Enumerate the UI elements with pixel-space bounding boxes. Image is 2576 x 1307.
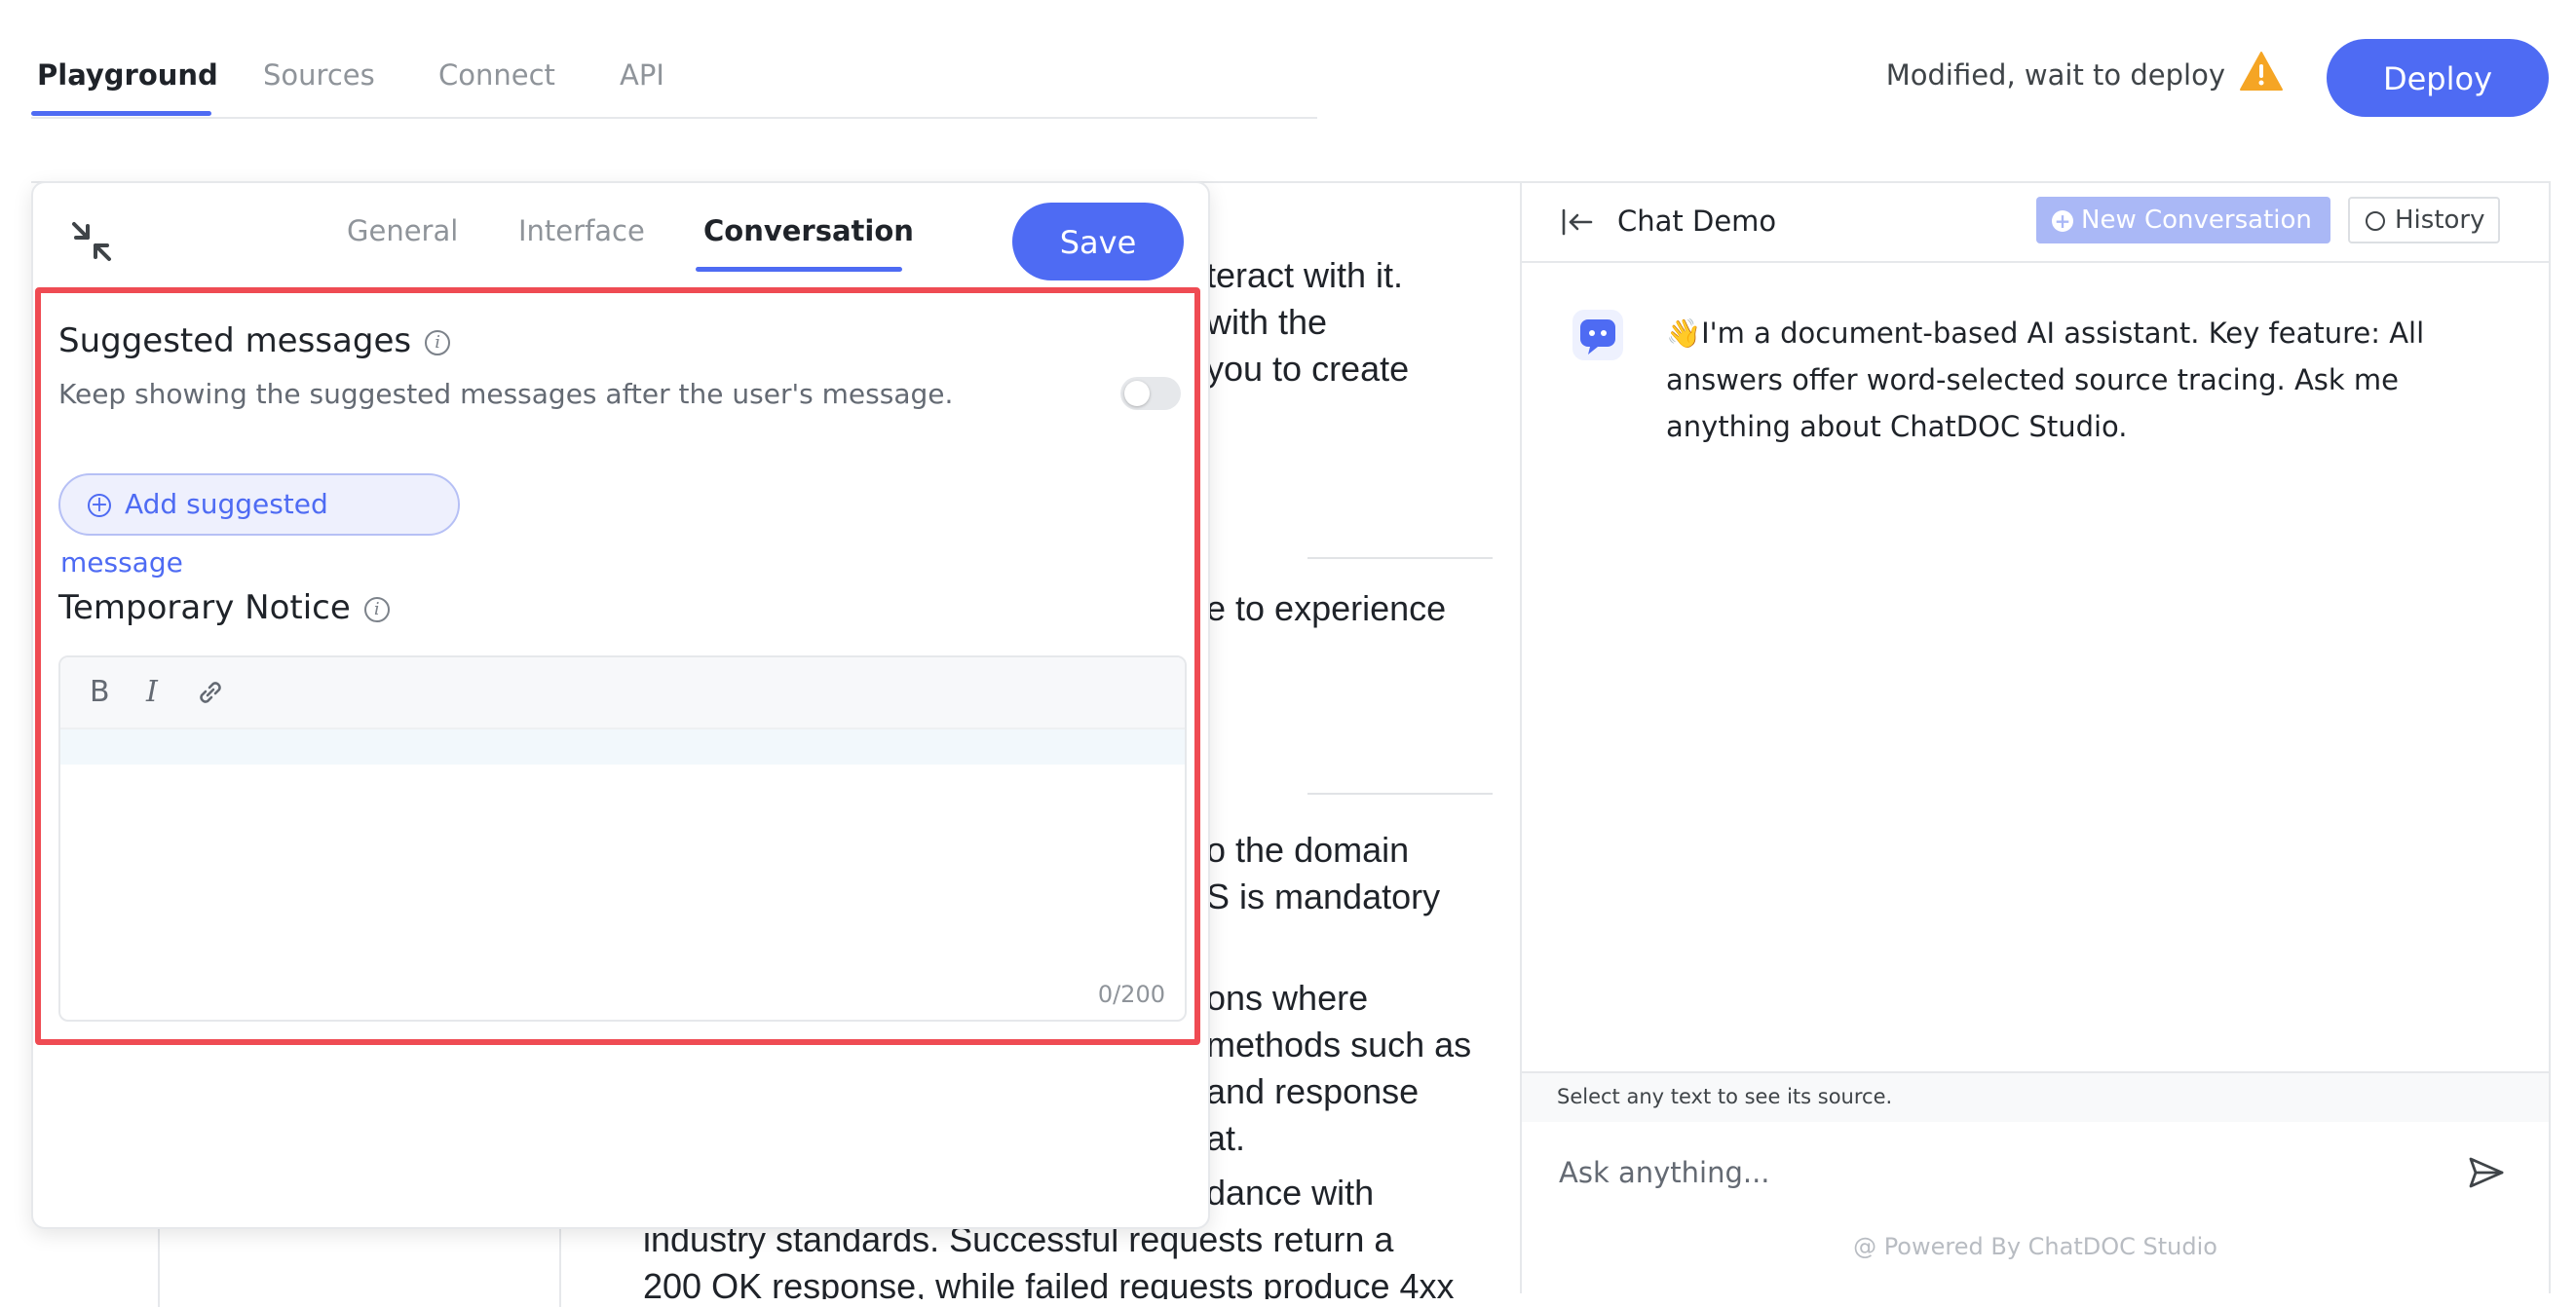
deploy-status-text: Modified, wait to deploy: [1885, 58, 2225, 92]
chat-input[interactable]: [1557, 1155, 2438, 1190]
bot-message: 👋I'm a document-based AI assistant. Key …: [1666, 317, 2425, 443]
divider: [1307, 557, 1493, 559]
italic-icon[interactable]: I: [146, 675, 158, 709]
add-suggested-message-button[interactable]: + Add suggested message: [58, 473, 460, 579]
suggested-messages-toggle[interactable]: [1120, 377, 1181, 410]
doc-line: teract with it.: [1206, 255, 1404, 295]
deploy-status: Modified, wait to deploy: [1885, 52, 2283, 92]
active-tab-indicator: [31, 111, 211, 116]
chat-panel: Chat Demo + New Conversation History 👋I'm…: [1520, 181, 2551, 1293]
tab-playground[interactable]: Playground: [37, 58, 218, 92]
tab-sources[interactable]: Sources: [263, 58, 375, 92]
tab-api[interactable]: API: [620, 58, 664, 92]
notice-editor[interactable]: B I 0/200: [58, 655, 1187, 1022]
suggested-messages-title: Suggested messages: [58, 321, 412, 360]
chat-header: Chat Demo + New Conversation History: [1522, 183, 2549, 263]
powered-by: @ Powered By ChatDOC Studio: [1853, 1233, 2217, 1260]
doc-line: o the domain: [1206, 830, 1410, 870]
history-button[interactable]: History: [2348, 197, 2500, 243]
doc-line: with the: [1206, 302, 1328, 342]
send-icon[interactable]: [2465, 1151, 2508, 1194]
source-hint-bar: Select any text to see its source.: [1522, 1071, 2549, 1122]
tab-connect[interactable]: Connect: [438, 58, 555, 92]
doc-line: e to experience: [1206, 588, 1447, 628]
bot-avatar-icon: [1572, 310, 1623, 360]
doc-line: methods such as: [1206, 1025, 1472, 1064]
new-conversation-label: New Conversation: [2081, 205, 2312, 235]
doc-line: S is mandatory: [1206, 877, 1441, 916]
doc-line: 200 OK response, while failed requests p…: [643, 1266, 1455, 1299]
settings-tab-interface[interactable]: Interface: [518, 214, 645, 247]
doc-line: and response: [1206, 1071, 1420, 1111]
plus-icon: +: [2052, 209, 2073, 232]
plus-circle-icon: +: [88, 494, 111, 517]
minimize-icon[interactable]: [68, 218, 115, 265]
temporary-notice-heading: Temporary Notice i: [58, 588, 390, 627]
char-counter: 0/200: [1097, 981, 1165, 1008]
doc-line: ons where: [1206, 978, 1369, 1018]
editor-active-line: [60, 729, 1185, 765]
settings-active-tab-indicator: [696, 267, 902, 272]
top-tabs: Playground Sources Connect API: [31, 39, 1317, 119]
chat-title: Chat Demo: [1617, 205, 1777, 238]
editor-toolbar: B I: [60, 657, 1185, 729]
doc-line: at.: [1206, 1118, 1246, 1158]
info-icon[interactable]: i: [363, 596, 390, 622]
settings-tab-conversation[interactable]: Conversation: [703, 214, 914, 247]
temporary-notice-title: Temporary Notice: [58, 588, 351, 627]
doc-line: you to create: [1206, 349, 1410, 389]
new-conversation-button[interactable]: + New Conversation: [2036, 197, 2330, 243]
info-icon[interactable]: i: [425, 329, 451, 355]
clock-icon: [2366, 210, 2385, 231]
doc-line: dance with: [1206, 1173, 1375, 1213]
suggested-messages-description: Keep showing the suggested messages afte…: [58, 378, 954, 410]
settings-tab-general[interactable]: General: [347, 214, 458, 247]
collapse-left-icon[interactable]: [1561, 206, 1594, 238]
deploy-button[interactable]: Deploy: [2327, 39, 2549, 117]
save-button[interactable]: Save: [1012, 203, 1184, 280]
bold-icon[interactable]: B: [90, 675, 110, 709]
source-hint-text: Select any text to see its source.: [1557, 1085, 1893, 1108]
suggested-messages-heading: Suggested messages i: [58, 321, 451, 360]
history-label: History: [2395, 205, 2485, 235]
warning-icon: [2240, 52, 2283, 91]
divider: [1307, 793, 1493, 795]
link-icon[interactable]: [195, 677, 226, 708]
